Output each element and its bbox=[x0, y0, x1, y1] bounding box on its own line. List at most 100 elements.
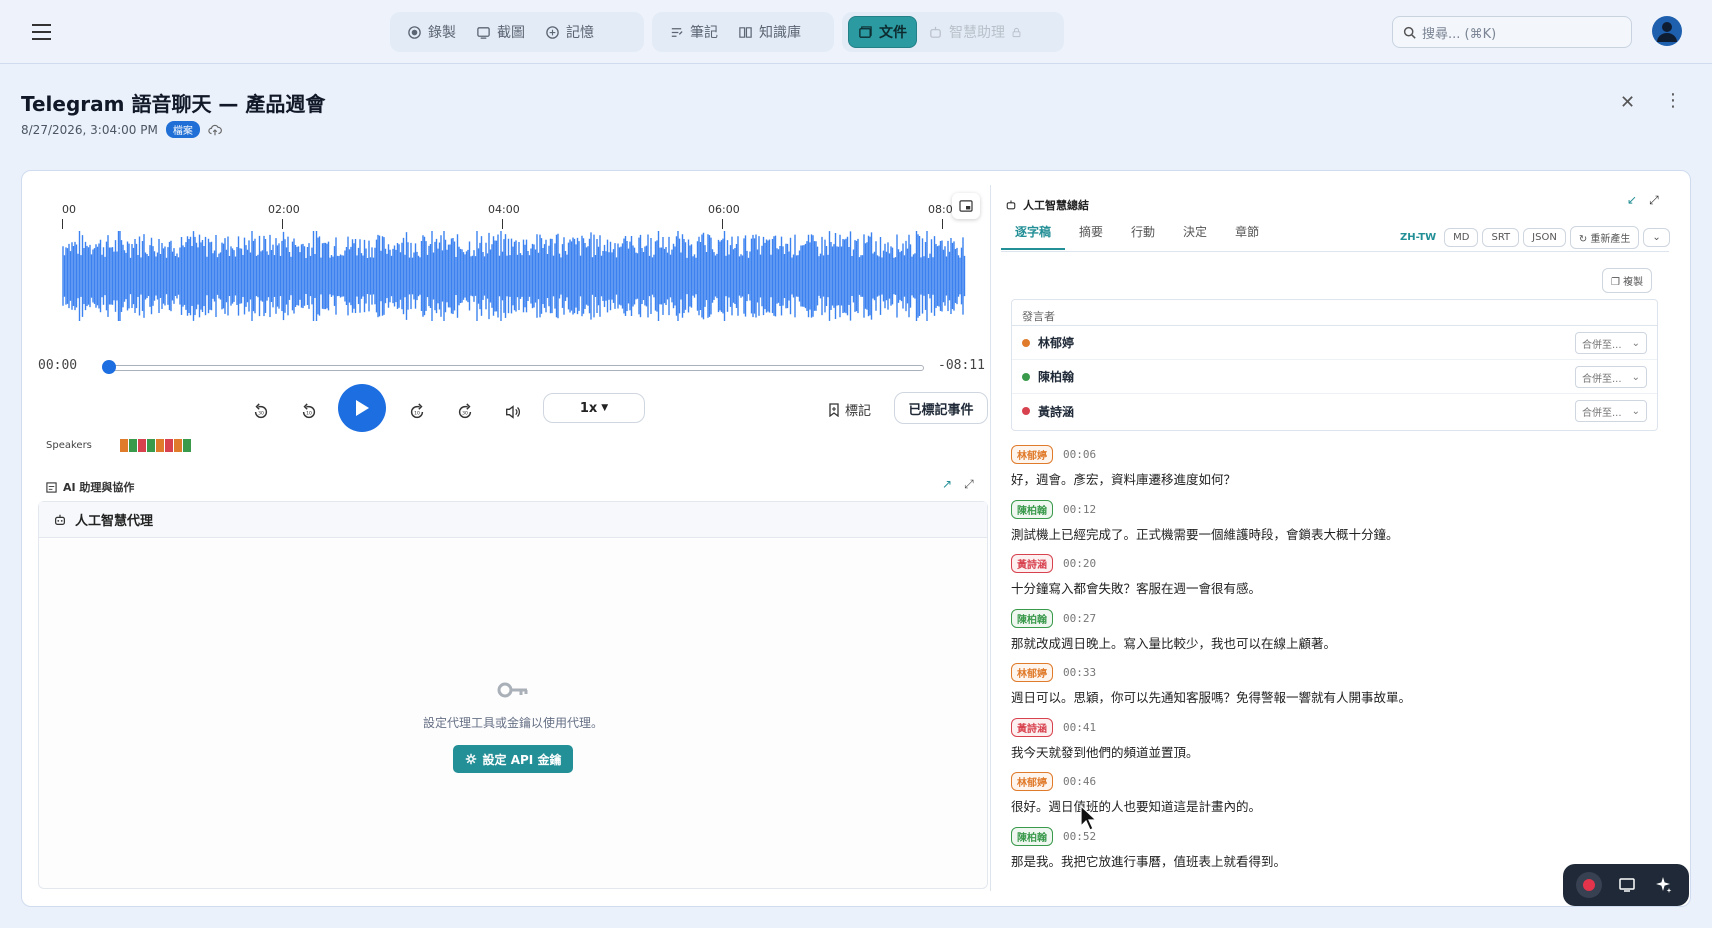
nav-knowledge[interactable]: 知識庫 bbox=[729, 16, 810, 48]
waveform-graph[interactable] bbox=[62, 231, 967, 321]
player-panel: 00 02:00 04:00 06:00 08:0 00:00 -08:11 30 10… bbox=[22, 171, 990, 906]
speaker-tag[interactable]: 陳柏翰 bbox=[1011, 608, 1053, 628]
search-input[interactable]: 搜尋... (⌘K) bbox=[1392, 16, 1632, 48]
open-external-icon[interactable]: ↗ bbox=[942, 477, 952, 492]
tab-4[interactable]: 決定 bbox=[1169, 215, 1221, 250]
seek-bar[interactable] bbox=[108, 365, 924, 371]
timestamp[interactable]: 00:20 bbox=[1063, 557, 1096, 570]
timeline-tick-label: 04:00 bbox=[488, 203, 520, 216]
speaker-tag[interactable]: 陳柏翰 bbox=[1011, 826, 1053, 846]
speaker-tag[interactable]: 黃詩涵 bbox=[1011, 554, 1053, 573]
timestamp[interactable]: 00:12 bbox=[1063, 503, 1096, 516]
volume-button[interactable] bbox=[498, 397, 528, 427]
tab-3[interactable]: 行動 bbox=[1117, 215, 1169, 250]
waveform[interactable]: 00 02:00 04:00 06:00 08:0 bbox=[62, 203, 967, 321]
search-icon bbox=[1403, 26, 1416, 39]
nav-documents[interactable]: 文件 bbox=[848, 16, 917, 48]
top-bar: 錄製 截圖 記憶 筆記 知識庫 文件 智慧助理 搜尋... (⌘K) bbox=[0, 0, 1712, 64]
timestamp[interactable]: 00:46 bbox=[1063, 775, 1096, 788]
transcript-entry-header: 林郁婷 00:46 bbox=[1011, 772, 1671, 791]
timestamp[interactable]: 00:27 bbox=[1063, 612, 1096, 625]
transcript-text: 週日可以。思穎，你可以先通知客服嗎？免得警報一響就有人開事故單。 bbox=[1011, 690, 1412, 705]
collapse-icon[interactable]: ↙ bbox=[1627, 193, 1637, 208]
mark-button[interactable]: 標記 bbox=[828, 400, 871, 419]
timeline-tick-label: 08:0 bbox=[928, 203, 953, 216]
export-md-button[interactable]: MD bbox=[1444, 228, 1479, 247]
transcript-entry-header: 黃詩涵 00:20 bbox=[1011, 554, 1671, 573]
copy-button[interactable]: ❐ 複製 bbox=[1602, 268, 1653, 293]
regenerate-label: 重新產生 bbox=[1590, 234, 1631, 245]
speaker-color-segment bbox=[138, 439, 146, 452]
nav-notes[interactable]: 筆記 bbox=[660, 16, 727, 48]
timeline-tick: 02:00 bbox=[268, 203, 300, 229]
more-dropdown-button[interactable]: ⌄ bbox=[1643, 228, 1670, 247]
transcript-entry: 陳柏翰 00:12 測試機上已經完成了。正式機需要一個維護時段，會鎖表大概十分鐘。 bbox=[1011, 499, 1671, 543]
speaker-color-strip bbox=[120, 439, 191, 452]
set-api-key-button[interactable]: 設定 API 金鑰 bbox=[453, 745, 573, 773]
export-json-button[interactable]: JSON bbox=[1523, 228, 1566, 247]
nav-memory[interactable]: 記憶 bbox=[536, 16, 603, 48]
expand-icon[interactable]: ⤢ bbox=[964, 477, 974, 492]
expand-icon[interactable]: ⤢ bbox=[1649, 193, 1659, 208]
playback-speed-select[interactable]: 1x ▼ bbox=[543, 393, 645, 423]
speaker-tag[interactable]: 林郁婷 bbox=[1011, 445, 1053, 464]
play-button[interactable] bbox=[338, 384, 386, 432]
forward-10-button[interactable]: 10 bbox=[402, 397, 432, 427]
merge-select[interactable]: 合併至... ⌄ bbox=[1575, 332, 1647, 354]
volume-icon bbox=[506, 405, 520, 419]
floating-toolbar bbox=[1563, 864, 1689, 906]
speaker-color-segment bbox=[156, 439, 164, 452]
nav-group-docs: 文件 智慧助理 bbox=[842, 12, 1064, 52]
speaker-row: 林郁婷 合併至... ⌄ bbox=[1012, 326, 1657, 360]
nav-documents-label: 文件 bbox=[879, 25, 907, 41]
seek-thumb[interactable] bbox=[102, 360, 116, 374]
timestamp[interactable]: 00:41 bbox=[1063, 721, 1096, 734]
more-options-icon[interactable]: ⋮ bbox=[1664, 92, 1682, 110]
merge-select[interactable]: 合併至... ⌄ bbox=[1575, 400, 1647, 422]
merge-select[interactable]: 合併至... ⌄ bbox=[1575, 366, 1647, 388]
speaker-tag[interactable]: 黃詩涵 bbox=[1011, 717, 1053, 737]
avatar[interactable] bbox=[1652, 16, 1682, 46]
speaker-tag[interactable]: 陳柏翰 bbox=[1011, 499, 1053, 519]
record-icon bbox=[408, 25, 421, 39]
tab-5[interactable]: 章節 bbox=[1221, 215, 1273, 250]
speaker-dot bbox=[1022, 372, 1030, 381]
speaker-tag[interactable]: 林郁婷 bbox=[1011, 772, 1053, 791]
nav-assistant[interactable]: 智慧助理 bbox=[919, 16, 1031, 48]
rewind-30-button[interactable]: 30 bbox=[246, 397, 276, 427]
current-time: 00:00 bbox=[38, 358, 78, 373]
rewind-10-button[interactable]: 10 bbox=[294, 397, 324, 427]
transcript-entry: 陳柏翰 00:27 那就改成週日晚上。寫入量比較少，我也可以在線上顧著。 bbox=[1011, 608, 1671, 652]
agent-title: 人工智慧代理 bbox=[75, 514, 154, 529]
cloud-upload-icon[interactable] bbox=[208, 123, 222, 137]
transcript-text: 那就改成週日晚上。寫入量比較少，我也可以在線上顧著。 bbox=[1011, 635, 1337, 651]
nav-screenshot[interactable]: 截圖 bbox=[467, 16, 534, 48]
summary-window-actions: ↙ ⤢ bbox=[1627, 193, 1659, 208]
ai-sparkle-button[interactable] bbox=[1652, 873, 1676, 897]
transcript-text: 我今天就發到他們的頻道並置頂。 bbox=[1011, 744, 1199, 760]
documents-icon bbox=[859, 25, 872, 38]
speaker-dot bbox=[1022, 407, 1030, 415]
user-icon bbox=[1657, 22, 1677, 42]
screen-capture-button[interactable] bbox=[1615, 873, 1639, 897]
picture-in-picture-button[interactable] bbox=[952, 193, 980, 219]
record-button[interactable] bbox=[1575, 872, 1602, 898]
timeline-tick: 04:00 bbox=[488, 203, 520, 229]
forward-30-button[interactable]: 30 bbox=[450, 397, 480, 427]
memory-icon bbox=[546, 25, 559, 39]
nav-record[interactable]: 錄製 bbox=[398, 16, 465, 48]
speaker-tag[interactable]: 林郁婷 bbox=[1011, 663, 1053, 682]
menu-icon[interactable] bbox=[28, 18, 56, 46]
language-selector[interactable]: ZH-TW bbox=[1400, 232, 1436, 243]
regenerate-button[interactable]: ↻ 重新產生 bbox=[1569, 226, 1640, 249]
merge-select-label: 合併至... bbox=[1582, 407, 1622, 419]
tab-2[interactable]: 摘要 bbox=[1065, 215, 1117, 250]
tab-1[interactable]: 逐字稿 bbox=[1001, 215, 1066, 250]
timestamp[interactable]: 00:06 bbox=[1063, 448, 1096, 461]
close-icon[interactable]: ✕ bbox=[1620, 92, 1635, 113]
timestamp[interactable]: 00:33 bbox=[1063, 666, 1096, 679]
page-title: Telegram 語音聊天 — 產品週會 bbox=[21, 92, 326, 116]
export-srt-button[interactable]: SRT bbox=[1482, 228, 1520, 247]
forward-30-icon: 30 bbox=[458, 403, 472, 419]
marked-events-button[interactable]: 已標記事件 bbox=[894, 392, 988, 424]
